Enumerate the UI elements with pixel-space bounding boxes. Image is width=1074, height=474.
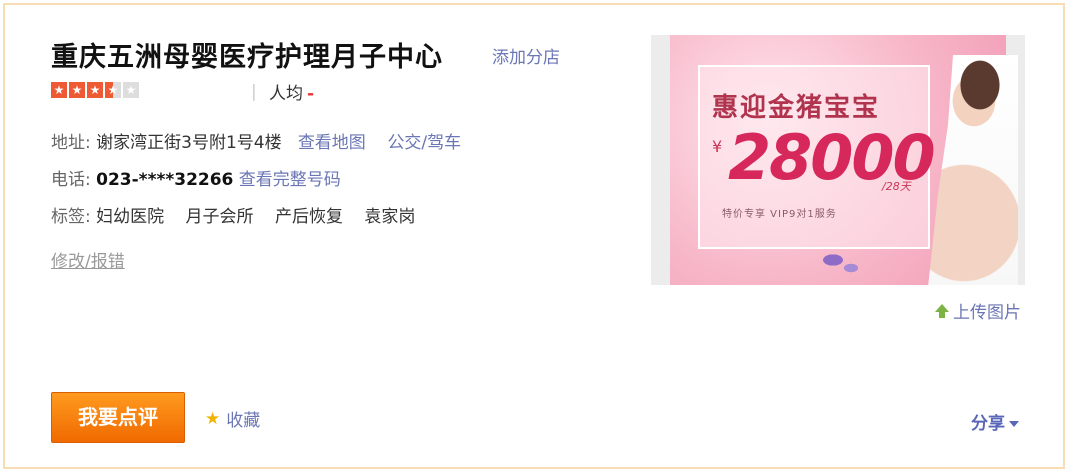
favorite-button[interactable]: ★ 收藏 xyxy=(205,406,261,432)
star-empty-icon: ★ xyxy=(123,82,139,98)
shop-card: 重庆五洲母婴医疗护理月子中心 添加分店 ★ ★ ★ ★ ★ | 人均 - 地址: … xyxy=(3,3,1065,469)
star-icon: ★ xyxy=(69,82,85,98)
shop-photo[interactable]: 惠迎金猪宝宝 ¥ 28000 /28天 特价专享 VIP9对1服务 xyxy=(651,35,1025,285)
poster-headline: 惠迎金猪宝宝 xyxy=(712,93,881,123)
share-button[interactable]: 分享 xyxy=(971,409,1019,434)
upload-photo-link[interactable]: 上传图片 xyxy=(935,298,1021,323)
star-icon: ★ xyxy=(51,82,67,98)
avg-price-label: 人均 xyxy=(269,84,303,104)
add-branch-link[interactable]: 添加分店 xyxy=(492,43,560,68)
upload-label: 上传图片 xyxy=(953,303,1021,323)
transit-link[interactable]: 公交/驾车 xyxy=(387,133,461,153)
address-label: 地址: xyxy=(51,133,91,153)
view-full-phone-link[interactable]: 查看完整号码 xyxy=(239,170,341,190)
star-icon: ★ xyxy=(87,82,103,98)
avg-price: 人均 - xyxy=(269,79,314,104)
shop-title: 重庆五洲母婴医疗护理月子中心 xyxy=(51,42,443,73)
address-row: 地址: 谢家湾正街3号附1号4楼 查看地图 公交/驾车 xyxy=(51,128,461,153)
view-map-link[interactable]: 查看地图 xyxy=(298,133,366,153)
tag-item[interactable]: 妇幼医院 xyxy=(96,207,164,227)
tag-item[interactable]: 月子会所 xyxy=(186,207,254,227)
upload-arrow-icon xyxy=(935,303,949,318)
tags-row: 标签: 妇幼医院 月子会所 产后恢复 袁家岗 xyxy=(51,202,431,227)
favorite-label: 收藏 xyxy=(226,411,261,431)
poster-currency: ¥ xyxy=(712,137,723,156)
avg-price-value: - xyxy=(307,84,315,104)
chevron-down-icon xyxy=(1009,420,1019,427)
poster-subline: 特价专享 VIP9对1服务 xyxy=(722,209,837,220)
star-half-icon: ★ xyxy=(105,82,121,98)
phone-row: 电话: 023-****32266 查看完整号码 xyxy=(51,165,341,190)
tag-item[interactable]: 袁家岗 xyxy=(364,207,415,227)
rating-divider: | xyxy=(251,82,257,102)
phone-label: 电话: xyxy=(51,170,91,190)
tags-label: 标签: xyxy=(51,207,91,227)
write-review-button[interactable]: 我要点评 xyxy=(51,392,185,443)
rating-stars: ★ ★ ★ ★ ★ xyxy=(51,82,139,98)
promo-poster: 惠迎金猪宝宝 ¥ 28000 /28天 特价专享 VIP9对1服务 xyxy=(670,35,1018,285)
share-label: 分享 xyxy=(971,414,1005,434)
tag-item[interactable]: 产后恢复 xyxy=(275,207,343,227)
flower-decoration xyxy=(815,240,875,280)
phone-number: 023-****32266 xyxy=(96,170,234,190)
star-icon: ★ xyxy=(205,408,221,429)
correct-report-link[interactable]: 修改/报错 xyxy=(51,247,125,272)
address-text: 谢家湾正街3号附1号4楼 xyxy=(96,133,282,153)
poster-unit: /28天 xyxy=(882,180,911,193)
